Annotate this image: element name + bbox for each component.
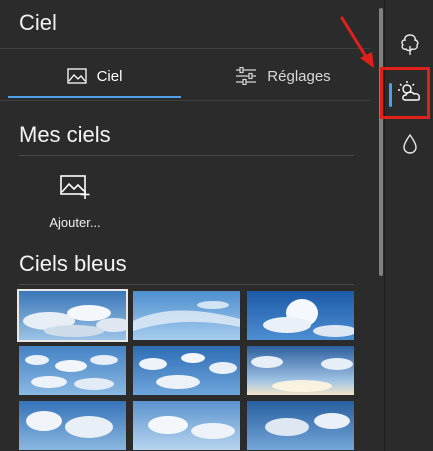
sky-thumbnail[interactable] [133, 401, 240, 450]
annotation-highlight-box [380, 67, 430, 119]
sky-thumbnail[interactable] [247, 401, 354, 450]
section-divider [19, 284, 354, 285]
drop-icon [401, 133, 419, 160]
panel-title: Ciel [19, 10, 57, 35]
divider [0, 100, 370, 101]
rail-button-tree[interactable] [385, 26, 433, 66]
section-divider [19, 155, 354, 156]
sky-thumbnail[interactable] [247, 291, 354, 340]
sky-thumbnail[interactable] [133, 346, 240, 395]
sky-thumbnail[interactable] [247, 346, 354, 395]
add-image-icon [59, 174, 91, 205]
annotation-arrow [340, 16, 374, 68]
rail-button-drop[interactable] [385, 126, 433, 166]
add-sky-button[interactable]: Ajouter... [40, 174, 110, 236]
sky-thumbnail[interactable] [19, 346, 126, 395]
sky-thumbnail[interactable] [133, 291, 240, 340]
sky-thumbnail[interactable] [17, 289, 128, 342]
tab-bar: Ciel Réglages [0, 52, 370, 100]
tab-settings-label: Réglages [267, 67, 331, 85]
tree-icon [398, 32, 422, 61]
add-sky-label: Ajouter... [49, 215, 101, 230]
image-icon [66, 68, 87, 84]
tab-sky-label: Ciel [96, 67, 123, 85]
sliders-icon [235, 67, 257, 85]
sky-panel: Ciel Ciel Réglages Mes ciels Ajouter... … [0, 0, 384, 451]
active-tab-indicator [8, 96, 181, 98]
tab-sky[interactable]: Ciel [8, 52, 181, 100]
sky-thumbnail[interactable] [19, 401, 126, 450]
section-title-blue-skies: Ciels bleus [19, 251, 127, 276]
divider [0, 48, 370, 49]
section-title-my-skies: Mes ciels [19, 122, 111, 147]
scrollbar-thumb[interactable] [379, 8, 383, 276]
